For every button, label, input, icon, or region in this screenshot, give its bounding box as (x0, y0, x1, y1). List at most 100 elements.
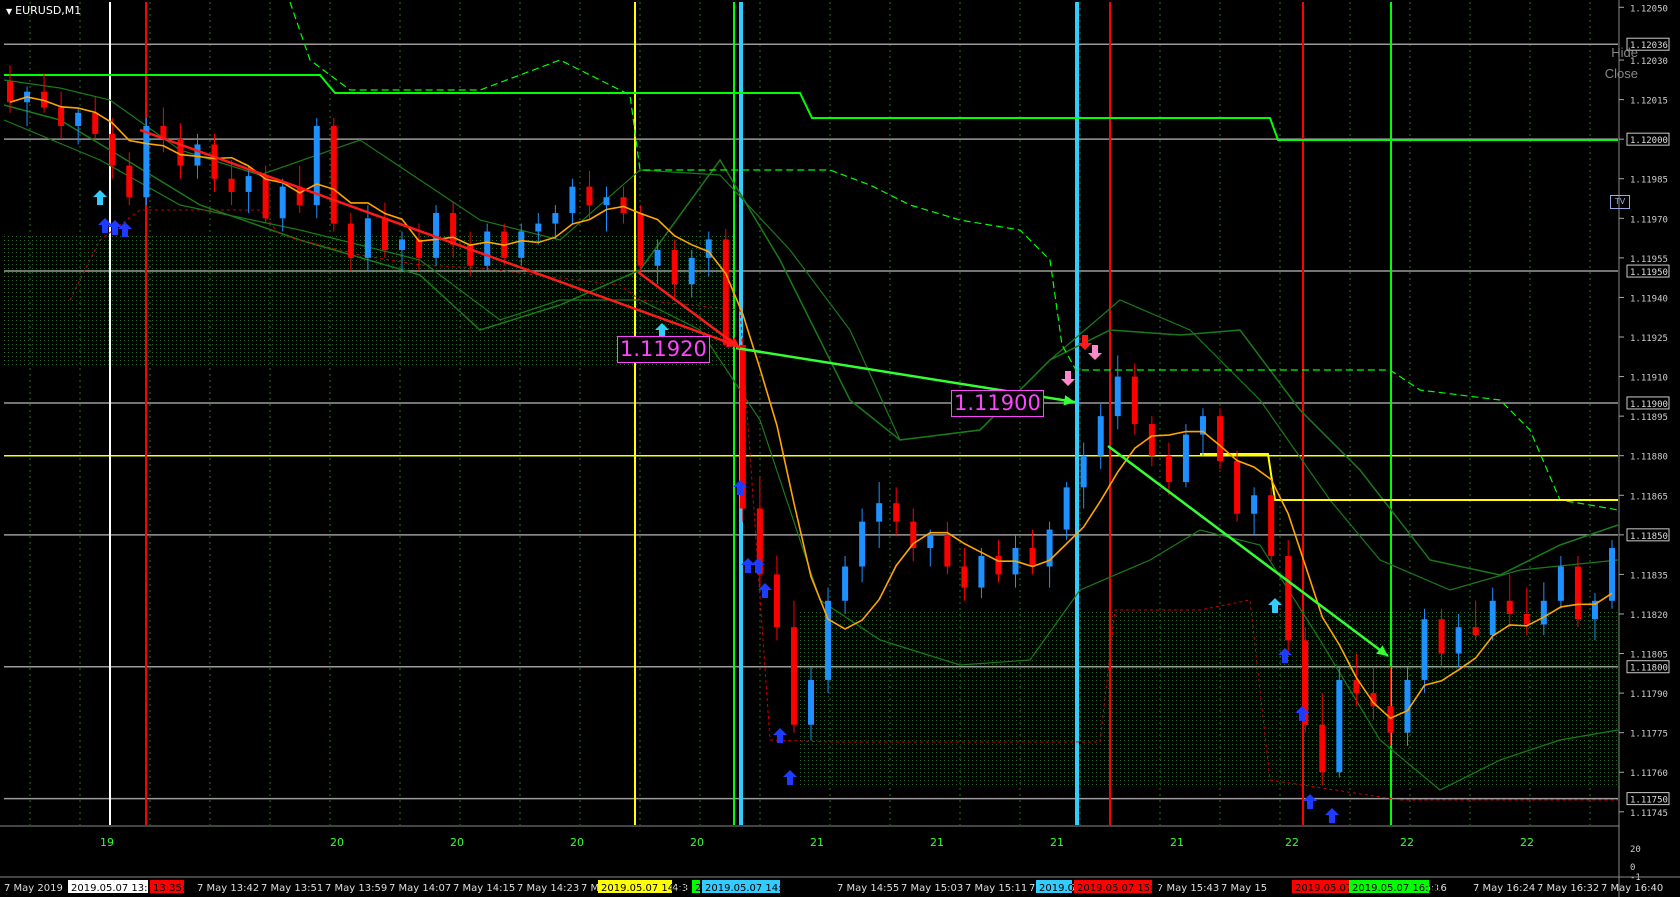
candle-body (1080, 455, 1087, 488)
up-signal-icon (783, 770, 797, 785)
candle-body (773, 574, 780, 628)
axis-level-label: 1.12000 (1630, 136, 1668, 146)
candle-body (569, 186, 576, 214)
step-level-yellow (1200, 453, 1618, 501)
time-axis-label: 7 May 15:03 (901, 883, 963, 894)
chart-window[interactable]: 1.120501.120301.120151.120001.119851.119… (0, 0, 1680, 897)
candle-body (654, 249, 661, 266)
candle-body (876, 503, 883, 522)
candle-body (211, 144, 218, 179)
time-tag-label: 2019.05.07 16:13 (1352, 883, 1441, 894)
time-tag-label: 13:35:5 (153, 883, 192, 894)
time-axis-label: 7 May 16:40 (1601, 883, 1663, 894)
up-signal-icon (741, 558, 755, 573)
candle-body (1421, 619, 1428, 680)
time-axis-label: 7 May 14:55 (837, 883, 899, 894)
candle-body (484, 231, 491, 266)
candle-body (347, 223, 354, 258)
candle-body (1131, 376, 1138, 425)
candle-body (944, 534, 951, 567)
candle-body (1319, 724, 1326, 773)
candle-body (1609, 548, 1615, 601)
dropdown-icon[interactable]: ▼ (6, 7, 12, 16)
candle-body (1574, 566, 1581, 620)
axis-tick-label: 1.11760 (1630, 769, 1668, 779)
candle-body (1217, 416, 1224, 461)
price-chart[interactable]: 1.120501.120301.120151.120001.119851.119… (0, 0, 1680, 897)
axis-tick-label: 1.11745 (1630, 809, 1668, 819)
time-axis-label: 7 May 14:23 (517, 883, 579, 894)
price-axis: 1.120501.120301.120151.120001.119851.119… (1618, 0, 1680, 897)
axis-level-label: 1.11750 (1630, 796, 1668, 806)
time-axis-label: 7 May 13:51 (261, 883, 323, 894)
trend-arrows (139, 128, 1389, 657)
candle-body (1438, 619, 1445, 654)
axis-tick-label: 1.11820 (1630, 611, 1668, 621)
sub-panel-value: 22 (1285, 836, 1299, 849)
candle-body (1523, 613, 1530, 625)
time-axis-label: 7 May 15:43 (1157, 883, 1219, 894)
time-tag-label: 2019.05.07 15:37 (1077, 883, 1166, 894)
candle-body (109, 133, 116, 166)
time-axis: 7 May 2019 7 May 13:42 7 May 13:51 7 May 13… (0, 876, 1680, 894)
sub-panel-value: 19 (100, 836, 114, 849)
candle-body (1336, 679, 1343, 773)
candle-body (1063, 487, 1070, 530)
symbol-title: ▼ EURUSD,M1 (6, 4, 81, 17)
candle-body (1557, 566, 1564, 601)
axis-level-label: 1.11900 (1630, 400, 1668, 410)
candle-body (518, 231, 525, 258)
candle-body (1285, 555, 1292, 641)
axis-tick-label: 1.11910 (1630, 374, 1668, 384)
candle-body (1455, 627, 1462, 654)
candle-body (398, 239, 405, 250)
candle-body (194, 144, 201, 166)
axis-tick-label: 1.12015 (1630, 97, 1668, 107)
down-signal-icon (1061, 371, 1075, 386)
candle-body (961, 566, 968, 588)
axis-level-label: 1.11950 (1630, 268, 1668, 278)
candle-body (808, 679, 814, 725)
axis-tick-label: 1.11925 (1630, 334, 1668, 344)
candle-body (637, 213, 644, 266)
cloud-area (800, 610, 1620, 785)
sub-axis-label: 20 (1630, 845, 1641, 855)
candle-body (722, 239, 729, 345)
axis-tick-label: 1.11940 (1630, 294, 1668, 304)
candle-body (1540, 600, 1547, 625)
hide-button[interactable]: Hide (1611, 45, 1638, 60)
down-signal-icon (1088, 345, 1102, 360)
time-axis-label: 7 May 13:42 (197, 883, 259, 894)
candle-body (927, 534, 934, 549)
down-signal-icon (1078, 335, 1092, 350)
tv-icon[interactable]: TV (1610, 195, 1630, 209)
sub-panel-value: 20 (570, 836, 584, 849)
time-axis-label: 7 May 16:32 (1537, 883, 1599, 894)
candles (7, 65, 1615, 786)
candle-body (671, 249, 678, 285)
sub-panel-value: 20 (690, 836, 704, 849)
price-label-1: 1.11920 (617, 336, 710, 363)
time-tag-label: 2019.0 (1039, 883, 1074, 894)
candle-body (1472, 627, 1479, 636)
candle-body (586, 186, 593, 206)
candle-body (58, 107, 65, 126)
axis-tick-label: 1.11775 (1630, 730, 1668, 740)
candle-body (790, 627, 797, 725)
candle-body (535, 223, 542, 232)
candle-body (7, 81, 13, 103)
axis-tick-label: 1.11985 (1630, 176, 1668, 186)
up-signal-icon (1325, 808, 1339, 823)
up-signal-icon (1303, 794, 1317, 809)
candle-body (1489, 600, 1496, 636)
sub-panel: 19 20 20 20 20 21 21 21 21 22 22 22 20 0-1 (0, 825, 1641, 883)
candle-body (552, 213, 559, 224)
sub-panel-value: 22 (1520, 836, 1534, 849)
axis-tick-label: 1.11835 (1630, 571, 1668, 581)
candle-body (688, 257, 695, 285)
axis-level-label: 1.11850 (1630, 532, 1668, 542)
price-label-2: 1.11900 (951, 390, 1044, 417)
candle-body (893, 503, 900, 522)
candle-body (279, 186, 286, 219)
close-button[interactable]: Close (1605, 66, 1638, 81)
